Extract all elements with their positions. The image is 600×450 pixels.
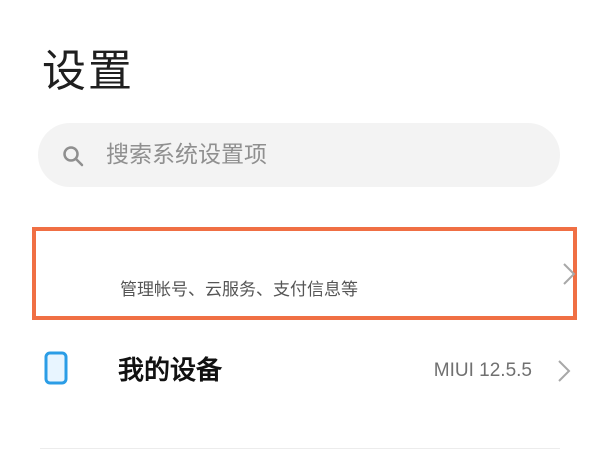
- divider: [40, 448, 560, 449]
- my-device-item[interactable]: 我的设备 MIUI 12.5.5: [0, 330, 600, 414]
- settings-screen: 设置 搜索系统设置项 管理帐号、云服务、支付信息等 我的设备 MIUI 12.5…: [0, 0, 600, 450]
- search-placeholder: 搜索系统设置项: [106, 142, 267, 168]
- account-settings-item[interactable]: 管理帐号、云服务、支付信息等: [32, 227, 577, 320]
- search-bar[interactable]: 搜索系统设置项: [38, 123, 560, 187]
- chevron-right-icon: [563, 263, 576, 285]
- tablet-icon: [44, 351, 68, 385]
- account-subtitle: 管理帐号、云服务、支付信息等: [120, 280, 358, 300]
- my-device-label: 我的设备: [118, 356, 223, 386]
- page-title: 设置: [42, 46, 134, 97]
- miui-version: MIUI 12.5.5: [433, 360, 532, 381]
- chevron-right-icon: [558, 360, 571, 382]
- search-icon: [63, 146, 84, 167]
